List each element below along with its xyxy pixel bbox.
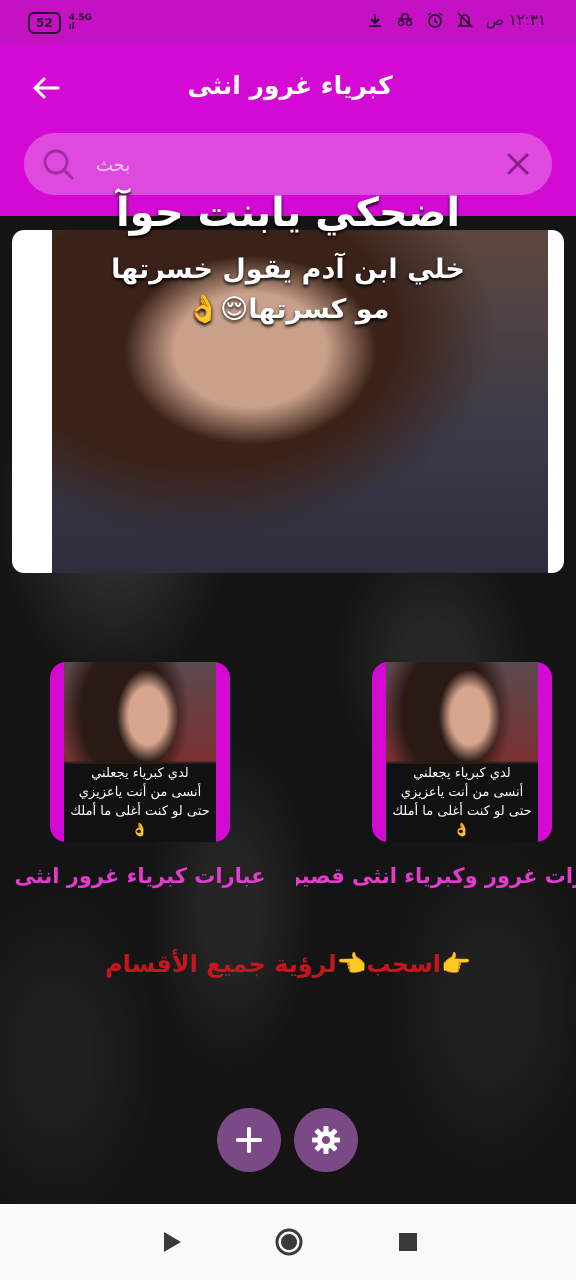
gear-icon xyxy=(312,1126,340,1154)
clock: ١٢:٣١ ص xyxy=(485,11,546,29)
incognito-icon xyxy=(396,11,414,29)
battery-indicator: 52 xyxy=(28,12,61,34)
plus-icon xyxy=(236,1127,262,1153)
nav-home-button[interactable] xyxy=(267,1220,311,1264)
signal-icon: ıl xyxy=(68,22,75,32)
category-image-text: لدي كبرياء يجعلني أنسى من أنت ياعزيزي حت… xyxy=(64,764,216,842)
image-text-line: لدي كبرياء يجعلني xyxy=(91,766,189,781)
close-icon xyxy=(507,153,529,175)
category-label-2[interactable]: عبارات غرور وكبرياء انثى قصيرة xyxy=(296,858,576,894)
search-input[interactable] xyxy=(94,147,478,183)
featured-caption-line: خلي ابن آدم يقول خسرتها xyxy=(111,254,465,285)
back-button[interactable] xyxy=(26,68,66,108)
settings-button[interactable] xyxy=(294,1108,358,1172)
play-triangle-icon xyxy=(164,1232,181,1252)
image-text-line: لدي كبرياء يجعلني xyxy=(413,766,511,781)
category-label-2-clip: عبارات غرور وكبرياء انثى قصيرة xyxy=(296,858,576,894)
alarm-icon xyxy=(426,11,444,29)
image-text-line: حتى لو كنت أغلى ما أملك👌 xyxy=(392,804,532,838)
category-card-2[interactable]: لدي كبرياء يجعلني أنسى من أنت ياعزيزي حت… xyxy=(372,662,552,842)
home-circle-icon xyxy=(275,1228,303,1256)
nav-recents-button[interactable] xyxy=(386,1220,430,1264)
featured-headline: اضحكي يابنت حوآ xyxy=(115,190,461,236)
download-icon xyxy=(366,11,384,29)
arrow-left-icon xyxy=(33,77,60,99)
featured-caption: خلي ابن آدم يقول خسرتها مو كسرتها😌👌 xyxy=(40,250,536,330)
page-title: كبرياء غرور انثى xyxy=(187,71,393,100)
clear-search-button[interactable] xyxy=(500,146,536,182)
image-text-line: أنسى من أنت ياعزيزي xyxy=(78,785,202,800)
nav-back-button[interactable] xyxy=(150,1220,194,1264)
add-button[interactable] xyxy=(217,1108,281,1172)
network-indicator: 4.5G ıl xyxy=(69,14,92,32)
swipe-hint: 👉اسحب👈لرؤية جميع الأقسام xyxy=(105,950,471,978)
image-text-line: حتى لو كنت أغلى ما أملك👌 xyxy=(70,804,210,838)
image-text-line: أنسى من أنت ياعزيزي xyxy=(400,785,524,800)
category-label-1[interactable]: عبارات كبرياء غرور انثى xyxy=(14,858,266,894)
status-bar: 52 4.5G ıl ١٢:٣١ ص xyxy=(0,0,576,44)
search-icon xyxy=(40,146,76,182)
square-icon xyxy=(399,1233,417,1251)
category-image-text: لدي كبرياء يجعلني أنسى من أنت ياعزيزي حت… xyxy=(386,764,538,842)
category-card-1[interactable]: لدي كبرياء يجعلني أنسى من أنت ياعزيزي حت… xyxy=(50,662,230,842)
featured-caption-line: مو كسرتها😌👌 xyxy=(186,294,390,325)
mute-icon xyxy=(456,11,474,29)
